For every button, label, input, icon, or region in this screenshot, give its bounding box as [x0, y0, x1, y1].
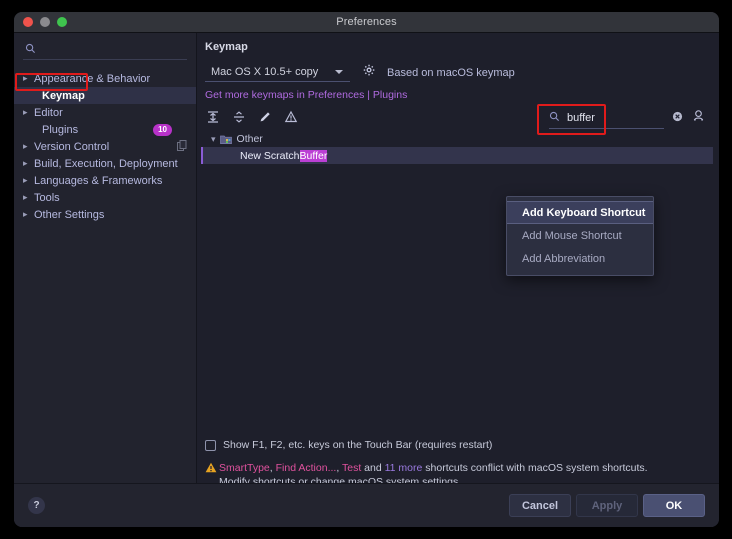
chevron-right-icon: ▸: [23, 107, 28, 117]
menu-item-label: Add Keyboard Shortcut: [522, 206, 646, 219]
get-more-separator: |: [364, 89, 373, 101]
sidebar-item-label: Plugins: [42, 123, 79, 136]
sidebar-item-label: Editor: [34, 106, 63, 119]
menu-item-add-mouse-shortcut[interactable]: Add Mouse Shortcut: [507, 224, 653, 247]
menu-item-add-keyboard-shortcut[interactable]: Add Keyboard Shortcut: [507, 201, 653, 224]
shortcut-group-label: Other: [236, 133, 263, 145]
sidebar-item-plugins[interactable]: Plugins 10: [14, 121, 196, 138]
conflict-link-smarttype[interactable]: SmartType: [219, 462, 270, 474]
shortcut-group-other[interactable]: ▾ Other: [203, 131, 713, 147]
sidebar-item-version-control[interactable]: ▸ Version Control: [14, 138, 196, 155]
conflict-link-test[interactable]: Test: [342, 462, 361, 474]
sidebar-item-label: Version Control: [34, 140, 110, 153]
sidebar-item-other-settings[interactable]: ▸ Other Settings: [14, 206, 196, 223]
based-on-label: Based on macOS keymap: [387, 66, 515, 79]
sidebar-search[interactable]: [23, 40, 187, 60]
conflicts-icon[interactable]: [283, 109, 299, 125]
sidebar-item-label: Other Settings: [34, 208, 105, 221]
sidebar-item-label: Languages & Frameworks: [34, 174, 163, 187]
folder-icon: [219, 134, 232, 145]
dialog-footer: ? Cancel Apply OK: [14, 483, 719, 527]
chevron-right-icon: ▸: [23, 73, 28, 83]
title-bar: Preferences: [14, 12, 719, 33]
gear-icon[interactable]: [363, 64, 376, 82]
shortcut-search-area: [549, 107, 705, 129]
keymap-selector-row: Mac OS X 10.5+ copy Based on macOS keyma…: [205, 63, 719, 82]
get-more-prefix: Get more keymaps in Preferences: [205, 89, 365, 101]
shortcut-search-input[interactable]: [567, 111, 649, 124]
get-more-keymaps-link[interactable]: Get more keymaps in Preferences | Plugin…: [205, 89, 719, 101]
screen: Preferences ▸ Appearance & Behavior Keym…: [0, 0, 732, 539]
settings-sidebar: ▸ Appearance & Behavior Keymap ▸ Editor …: [14, 33, 197, 527]
menu-item-label: Add Abbreviation: [522, 252, 606, 265]
filter-by-shortcut-icon[interactable]: [692, 109, 705, 127]
expand-all-icon[interactable]: [205, 109, 221, 125]
shortcut-row-new-scratch-buffer[interactable]: New Scratch Buffer: [201, 147, 713, 164]
collapse-all-icon[interactable]: [231, 109, 247, 125]
shortcut-search-field[interactable]: [549, 108, 664, 129]
search-icon: [549, 109, 560, 127]
sidebar-search-input[interactable]: [42, 43, 172, 56]
menu-item-label: Add Mouse Shortcut: [522, 229, 622, 242]
sidebar-item-label: Appearance & Behavior: [34, 72, 151, 85]
dialog-body: ▸ Appearance & Behavior Keymap ▸ Editor …: [14, 33, 719, 527]
keymap-select[interactable]: Mac OS X 10.5+ copy: [205, 63, 350, 82]
conflict-sep-3: and: [361, 462, 385, 474]
touchbar-checkbox-label: Show F1, F2, etc. keys on the Touch Bar …: [223, 439, 493, 451]
conflict-warning-tail: shortcuts conflict with macOS system sho…: [422, 462, 648, 474]
cancel-button[interactable]: Cancel: [509, 494, 571, 517]
chevron-down-icon: ▾: [211, 133, 216, 144]
sidebar-item-label: Build, Execution, Deployment: [34, 157, 178, 170]
shortcuts-tree: ▾ Other New Scratch Buffer: [201, 131, 713, 164]
sidebar-item-label: Keymap: [42, 89, 85, 102]
touchbar-checkbox-row[interactable]: Show F1, F2, etc. keys on the Touch Bar …: [205, 439, 492, 451]
touchbar-checkbox[interactable]: [205, 439, 216, 451]
preferences-window: Preferences ▸ Appearance & Behavior Keym…: [14, 12, 719, 527]
edit-shortcut-icon[interactable]: [257, 109, 273, 125]
warning-icon: [205, 462, 217, 477]
chevron-right-icon: ▸: [23, 209, 28, 219]
keymap-select-value: Mac OS X 10.5+ copy: [211, 66, 319, 78]
chevron-right-icon: ▸: [23, 192, 28, 202]
page-title: Keymap: [205, 41, 248, 53]
sidebar-item-appearance-behavior[interactable]: ▸ Appearance & Behavior: [14, 70, 196, 87]
chevron-right-icon: ▸: [23, 158, 28, 168]
sidebar-item-keymap[interactable]: Keymap: [14, 87, 196, 104]
context-menu: Add Keyboard Shortcut Add Mouse Shortcut…: [506, 196, 654, 276]
conflict-link-find-action[interactable]: Find Action...: [276, 462, 337, 474]
dialog-buttons: Cancel Apply OK: [509, 494, 705, 517]
sidebar-item-editor[interactable]: ▸ Editor: [14, 104, 196, 121]
ok-button[interactable]: OK: [643, 494, 705, 517]
search-icon: [25, 41, 36, 59]
apply-button[interactable]: Apply: [576, 494, 638, 517]
clear-icon[interactable]: [672, 109, 683, 127]
chevron-right-icon: ▸: [23, 175, 28, 185]
settings-tree: ▸ Appearance & Behavior Keymap ▸ Editor …: [14, 70, 196, 223]
sidebar-item-label: Tools: [34, 191, 60, 204]
keymap-panel: Keymap Mac OS X 10.5+ copy Based on macO…: [197, 33, 719, 527]
sidebar-item-languages-frameworks[interactable]: ▸ Languages & Frameworks: [14, 172, 196, 189]
get-more-suffix: Plugins: [372, 89, 408, 101]
copy-icon: [177, 139, 187, 154]
shortcut-toolbar: [205, 109, 299, 125]
shortcut-action-label-prefix: New Scratch: [240, 149, 300, 162]
chevron-right-icon: ▸: [23, 141, 28, 151]
window-title: Preferences: [336, 16, 397, 28]
help-button[interactable]: ?: [28, 497, 45, 514]
conflict-link-more[interactable]: 11 more: [385, 462, 423, 474]
plugins-update-badge: 10: [153, 123, 172, 136]
shortcut-action-label-match: Buffer: [299, 149, 328, 162]
menu-item-add-abbreviation[interactable]: Add Abbreviation: [507, 247, 653, 270]
sidebar-item-build-execution-deployment[interactable]: ▸ Build, Execution, Deployment: [14, 155, 196, 172]
chevron-down-icon: [335, 70, 343, 74]
sidebar-item-tools[interactable]: ▸ Tools: [14, 189, 196, 206]
